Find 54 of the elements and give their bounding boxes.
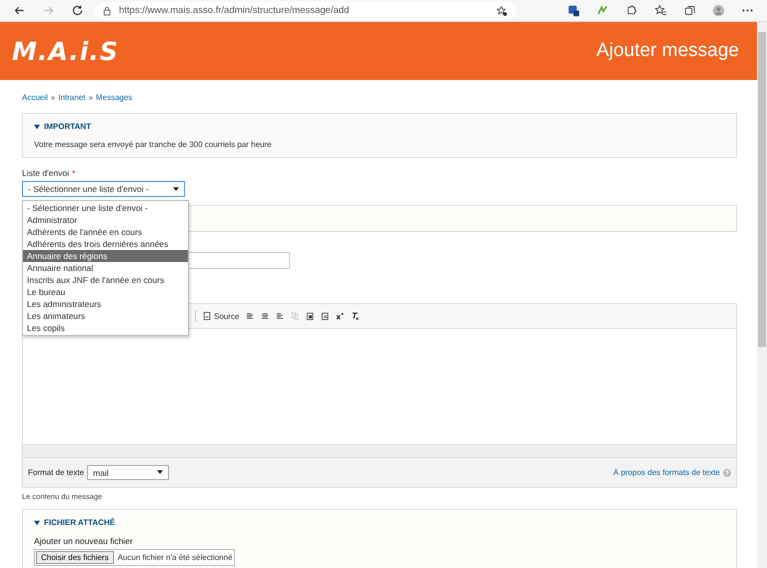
field-label: Format de texte — [28, 468, 84, 477]
required-mark: * — [72, 168, 76, 178]
superscript-icon[interactable] — [336, 312, 344, 320]
page-title: Ajouter message — [596, 40, 739, 62]
breadcrumb-separator: » — [88, 92, 93, 102]
back-icon[interactable] — [13, 4, 26, 17]
collections-icon[interactable] — [683, 4, 696, 17]
triangle-icon — [34, 520, 40, 526]
breadcrumb-separator: » — [50, 92, 56, 102]
breadcrumb-link[interactable]: Intranet — [58, 92, 86, 102]
align-left-icon[interactable] — [246, 312, 254, 320]
source-button[interactable]: Source — [203, 312, 240, 320]
avatar-icon[interactable] — [712, 4, 725, 17]
choose-files-button[interactable]: Choisir des fichiers — [36, 551, 114, 564]
align-right-icon[interactable] — [276, 312, 284, 320]
caret-icon — [157, 470, 164, 475]
dropdown-option[interactable]: Administrator — [23, 214, 188, 226]
add-favorite-icon[interactable] — [496, 4, 508, 16]
file-status: Aucun fichier n'a été sélectionné — [118, 553, 233, 562]
paste-icon[interactable] — [306, 312, 314, 320]
dropdown-option[interactable]: Adhérents de l'année en cours — [23, 226, 188, 238]
triangle-icon — [34, 124, 40, 130]
mailing-list-select[interactable]: - Sélectionner une liste d'envoi - — [22, 181, 185, 197]
paste-text-icon[interactable] — [321, 312, 330, 320]
remove-format-icon[interactable] — [351, 312, 360, 320]
panel-toggle[interactable]: FICHIER ATTACHÉ — [34, 518, 115, 527]
dropdown-option[interactable]: Les animateurs — [23, 310, 188, 322]
dropdown-option[interactable]: - Sélectionner une liste d'envoi - — [23, 202, 188, 214]
favorites-icon[interactable] — [654, 4, 667, 17]
field-label: Ajouter un nouveau fichier — [34, 536, 134, 546]
caret-icon — [173, 186, 179, 192]
dropdown-option[interactable]: Les copils — [23, 322, 188, 334]
notice-text: Votre message sera envoyé par tranche de 300 courriels par heure — [34, 140, 272, 149]
dropdown-option[interactable]: Le bureau — [23, 286, 188, 298]
field-label: Liste d'envoi — [22, 168, 69, 178]
dropdown-option[interactable]: Annuaire national — [23, 262, 188, 274]
align-center-icon[interactable] — [261, 312, 270, 320]
address-bar[interactable]: https://www.mais.asso.fr/admin/structure/message/add — [95, 2, 516, 20]
document-icon — [203, 312, 211, 320]
format-select[interactable]: mail — [87, 465, 170, 480]
dropdown-option[interactable]: Les administrateurs — [23, 298, 188, 310]
dropdown-option[interactable]: Annuaire des régions — [23, 250, 188, 262]
dropdown-option[interactable]: Adhérents des trois dernières années — [23, 238, 188, 250]
breadcrumb-link[interactable]: Accueil — [22, 92, 48, 102]
file-input[interactable]: Choisir des fichiers Aucun fichier n'a été sélectionné — [34, 549, 235, 566]
scrollbar[interactable] — [757, 22, 767, 568]
dropdown-option[interactable]: Inscrits aux JNF de l'année en cours — [23, 274, 188, 286]
breadcrumb-link[interactable]: Messages — [96, 92, 132, 102]
help-link[interactable]: À propos des formats de texte — [613, 468, 720, 477]
lock-icon — [103, 6, 111, 16]
reload-icon[interactable] — [71, 4, 84, 17]
puzzle-icon[interactable] — [625, 4, 638, 17]
extension-icon[interactable] — [567, 4, 580, 17]
panel-toggle[interactable]: IMPORTANT — [34, 122, 91, 131]
